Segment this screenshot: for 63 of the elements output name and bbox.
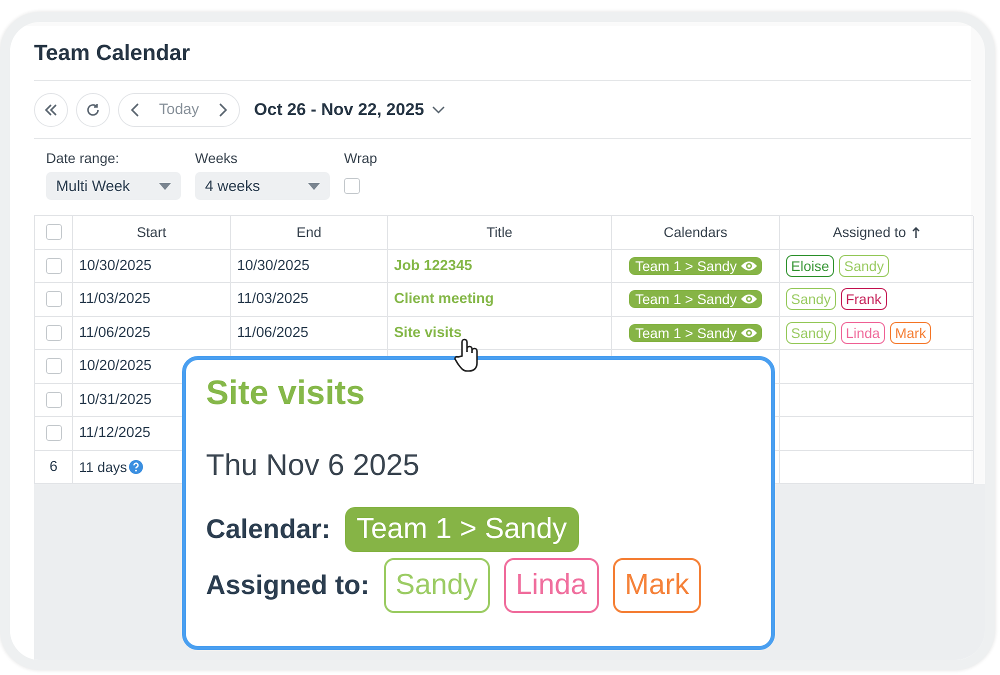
dropdown-caret-icon <box>308 182 320 190</box>
popup-title: Site visits <box>206 374 366 413</box>
dropdown-caret-icon <box>159 182 171 190</box>
popup-date: Thu Nov 6 2025 <box>206 449 420 483</box>
total-duration: 11 days <box>79 458 127 475</box>
calendar-label: Calendar: <box>206 514 331 545</box>
row-checkbox[interactable] <box>46 358 62 374</box>
start-date: 10/31/2025 <box>79 392 152 408</box>
row-checkbox[interactable] <box>46 425 62 442</box>
assignee-tag: Mark <box>612 558 702 613</box>
double-chevron-left-icon <box>44 104 58 116</box>
calendar-tag: Team 1 > Sandy <box>629 290 762 308</box>
help-icon[interactable] <box>129 460 143 474</box>
filter-label: Weeks <box>195 150 239 166</box>
calendar-tag: Team 1 > Sandy <box>344 507 579 552</box>
column-header[interactable]: End <box>296 224 322 240</box>
calendar-tag: Team 1 > Sandy <box>629 256 762 275</box>
column-header[interactable]: Start <box>136 224 166 240</box>
assigned-label: Assigned to: <box>206 570 370 601</box>
assignee-tag: Mark <box>890 322 932 344</box>
row-checkbox[interactable] <box>46 392 62 408</box>
start-date: 11/03/2025 <box>79 291 150 308</box>
column-header[interactable]: Assigned to <box>832 224 920 240</box>
sort-ascending-icon <box>912 226 920 238</box>
row-checkbox[interactable] <box>46 258 62 274</box>
assignee-tag: Sandy <box>839 254 889 277</box>
refresh-icon <box>86 102 100 116</box>
assignee-tag: Sandy <box>384 558 490 613</box>
assignee-tag: Linda <box>504 558 599 613</box>
start-date: 10/30/2025 <box>79 258 152 274</box>
filter-label: Wrap <box>344 150 378 166</box>
calendar-tag: Team 1 > Sandy <box>629 324 762 342</box>
row-count: 6 <box>49 458 58 475</box>
wrap-checkbox[interactable] <box>344 178 360 194</box>
filter-select[interactable]: Multi Week <box>46 172 181 200</box>
page-title: Team Calendar <box>34 26 971 81</box>
assignee-tag: Sandy <box>786 288 836 310</box>
chevron-down-icon <box>432 106 446 114</box>
assignee-tag: Sandy <box>786 322 836 344</box>
start-date: 11/12/2025 <box>79 425 150 442</box>
column-header[interactable]: Title <box>486 224 512 240</box>
assignee-tag: Frank <box>840 288 886 310</box>
start-date: 11/06/2025 <box>79 324 150 341</box>
eye-icon[interactable] <box>740 293 758 306</box>
column-header[interactable]: Calendars <box>664 224 728 240</box>
filter-select[interactable]: 4 weeks <box>195 172 330 200</box>
chevron-left-icon <box>131 102 139 116</box>
end-date: 10/30/2025 <box>237 258 310 274</box>
eye-icon[interactable] <box>740 260 758 272</box>
date-range-dropdown[interactable]: Oct 26 - Nov 22, 2025 <box>248 100 446 120</box>
collapse-button[interactable] <box>34 92 68 126</box>
assignee-tag: Linda <box>840 322 885 344</box>
row-checkbox[interactable] <box>46 291 62 308</box>
end-date: 11/03/2025 <box>237 291 308 308</box>
select-all-checkbox[interactable] <box>46 224 62 240</box>
eye-icon[interactable] <box>740 326 758 339</box>
refresh-button[interactable] <box>76 92 110 126</box>
assignee-tag: Eloise <box>786 254 834 277</box>
filter-label: Date range: <box>46 150 120 166</box>
chevron-right-icon <box>219 102 228 116</box>
end-date: 11/06/2025 <box>237 324 308 341</box>
row-checkbox[interactable] <box>46 324 62 341</box>
start-date: 10/20/2025 <box>79 358 152 374</box>
